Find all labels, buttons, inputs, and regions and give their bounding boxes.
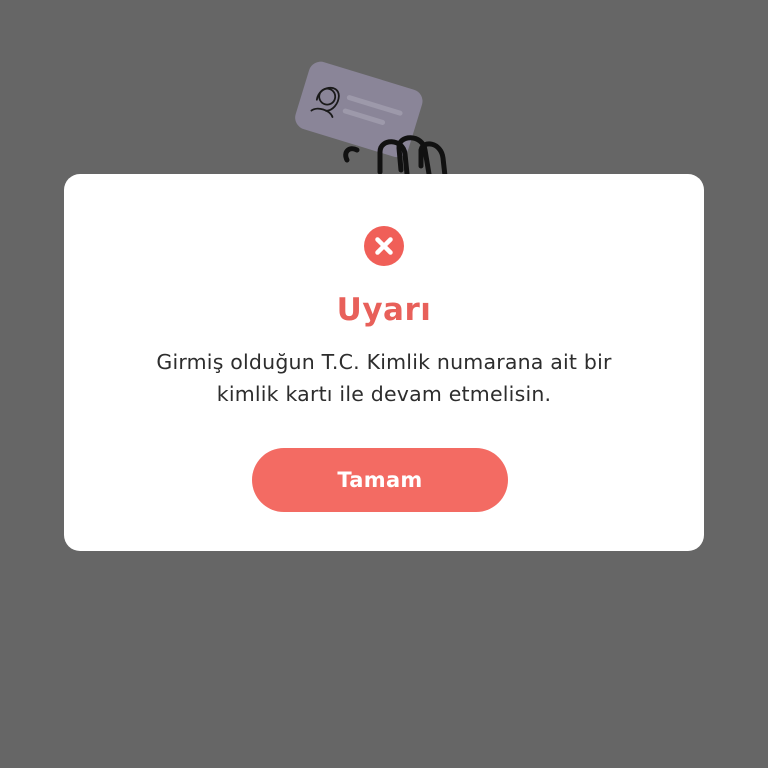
dialog-message-line: Girmiş olduğun T.C. Kimlik numarana ait … (156, 350, 612, 374)
dialog-title: Uyarı (336, 292, 432, 328)
ok-button[interactable]: Tamam (252, 448, 508, 512)
alert-dialog: Uyarı Girmiş olduğun T.C. Kimlik numaran… (64, 174, 704, 551)
close-circle-icon (364, 226, 404, 266)
dialog-message-line: kimlik kartı ile devam etmelisin. (216, 382, 552, 406)
hand-holding-id-card-icon (295, 61, 448, 179)
dialog-message: Girmiş olduğun T.C. Kimlik numarana ait … (104, 346, 664, 410)
screen: Uyarı Girmiş olduğun T.C. Kimlik numaran… (0, 0, 768, 768)
